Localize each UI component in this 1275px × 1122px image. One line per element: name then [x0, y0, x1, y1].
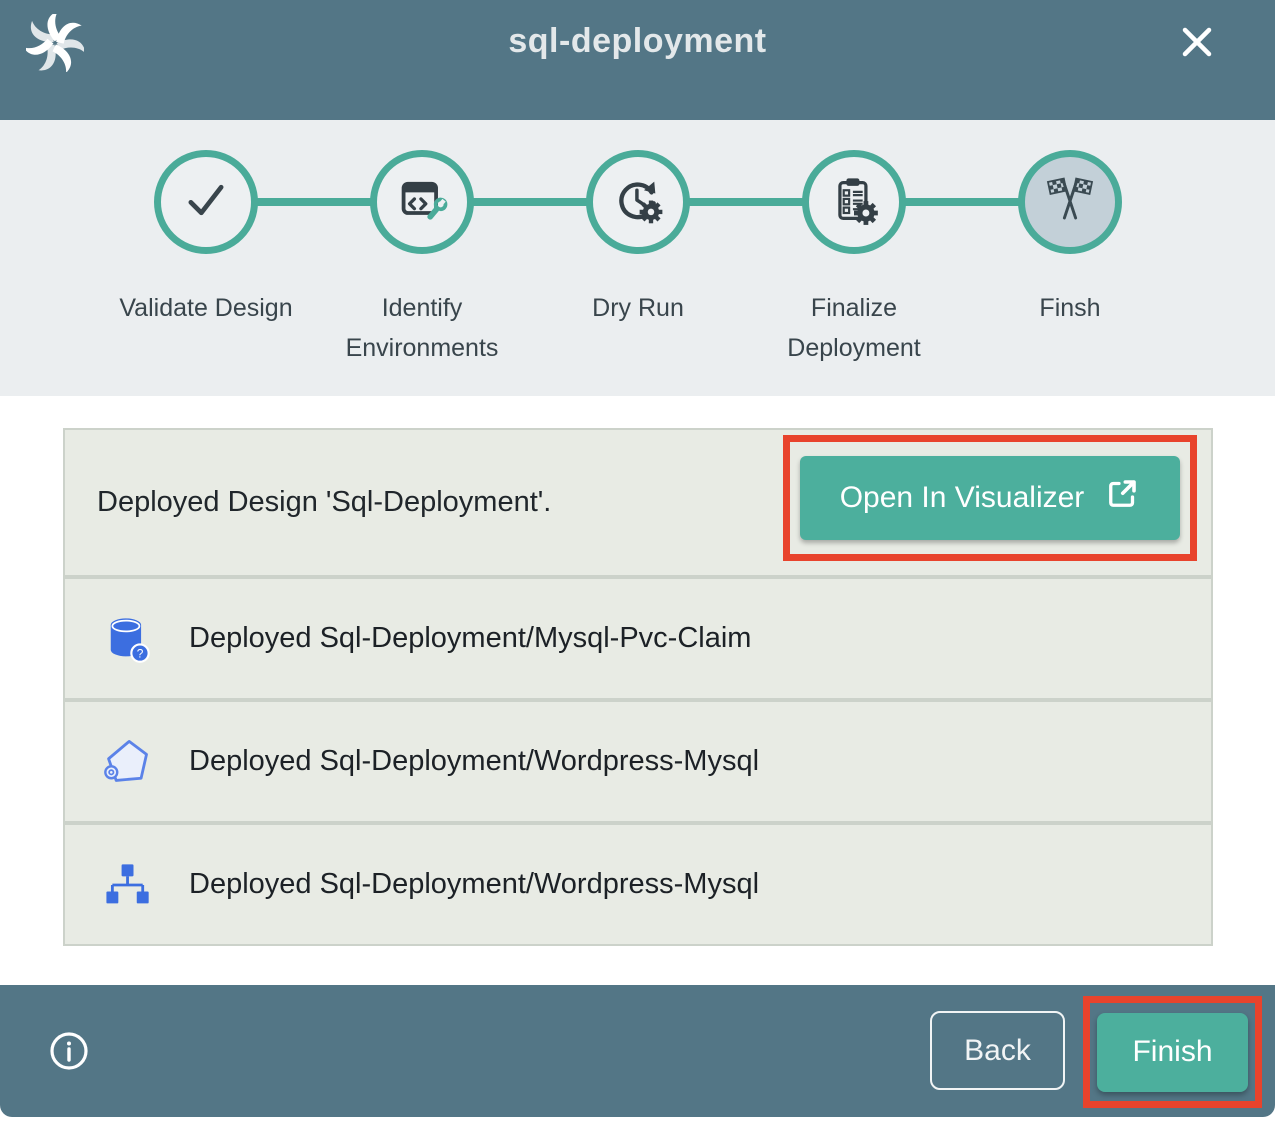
step-circle	[802, 150, 906, 254]
dry-run-icon	[612, 174, 664, 231]
step-circle	[154, 150, 258, 254]
deployed-resource-row: ? Deployed Sql-Deployment/Wordpress-Mysq…	[65, 702, 1211, 821]
code-config-icon	[396, 174, 448, 231]
checkmark-icon	[178, 172, 234, 233]
resource-status-text: Deployed Sql-Deployment/Wordpress-Mysql	[189, 868, 759, 901]
deployed-design-row: Deployed Design 'Sql-Deployment'. Open I…	[65, 430, 1211, 575]
info-icon	[48, 1060, 90, 1075]
deployment-icon: ?	[101, 859, 153, 911]
step-circle	[1018, 150, 1122, 254]
deployed-resource-row: ? Deployed Sql-Deployment/Wordpress-Mysq…	[65, 825, 1211, 944]
step-dry-run: Dry Run	[530, 150, 746, 368]
svg-text:?: ?	[137, 646, 144, 660]
pod-icon: ?	[101, 736, 153, 788]
close-icon	[1177, 50, 1217, 65]
finish-flags-icon	[1043, 173, 1097, 232]
open-in-visualizer-label: Open In Visualizer	[840, 481, 1085, 515]
info-button[interactable]	[48, 1030, 90, 1072]
step-label: Finalize Deployment	[746, 288, 962, 368]
close-button[interactable]	[1177, 22, 1217, 62]
step-label: Dry Run	[592, 288, 684, 328]
dialog-title: sql-deployment	[0, 22, 1275, 61]
step-label: Identify Environments	[314, 288, 530, 368]
resource-status-text: Deployed Sql-Deployment/Wordpress-Mysql	[189, 745, 759, 778]
wizard-stepper: Validate Design	[0, 120, 1275, 396]
deployed-resource-row: ? Deployed Sql-Deployment/Mysql-Pvc-Clai…	[65, 579, 1211, 698]
annotation-highlight-finish: Finish	[1083, 996, 1262, 1108]
dialog-footer: Back Finish	[0, 985, 1275, 1117]
step-circle	[370, 150, 474, 254]
step-circle	[586, 150, 690, 254]
step-label: Validate Design	[119, 288, 292, 328]
deployed-design-text: Deployed Design 'Sql-Deployment'.	[97, 486, 551, 519]
step-finalize-deployment: Finalize Deployment	[746, 150, 962, 368]
step-identify-environments: Identify Environments	[314, 150, 530, 368]
annotation-highlight-visualizer: Open In Visualizer	[783, 435, 1197, 561]
step-finish: Finsh	[962, 150, 1178, 368]
dialog-titlebar: sql-deployment	[0, 0, 1275, 120]
deployment-results-list: Deployed Design 'Sql-Deployment'. Open I…	[63, 428, 1213, 946]
deployment-dialog: sql-deployment Validate Design	[0, 0, 1275, 1122]
finish-button[interactable]: Finish	[1097, 1013, 1248, 1092]
step-validate-design: Validate Design	[98, 150, 314, 368]
step-label: Finsh	[1039, 288, 1100, 328]
back-button[interactable]: Back	[930, 1011, 1065, 1090]
external-link-icon	[1104, 476, 1140, 520]
persistent-volume-claim-icon: ?	[101, 613, 153, 665]
open-in-visualizer-button[interactable]: Open In Visualizer	[800, 456, 1180, 540]
finalize-checklist-icon	[828, 174, 880, 231]
resource-status-text: Deployed Sql-Deployment/Mysql-Pvc-Claim	[189, 622, 751, 655]
